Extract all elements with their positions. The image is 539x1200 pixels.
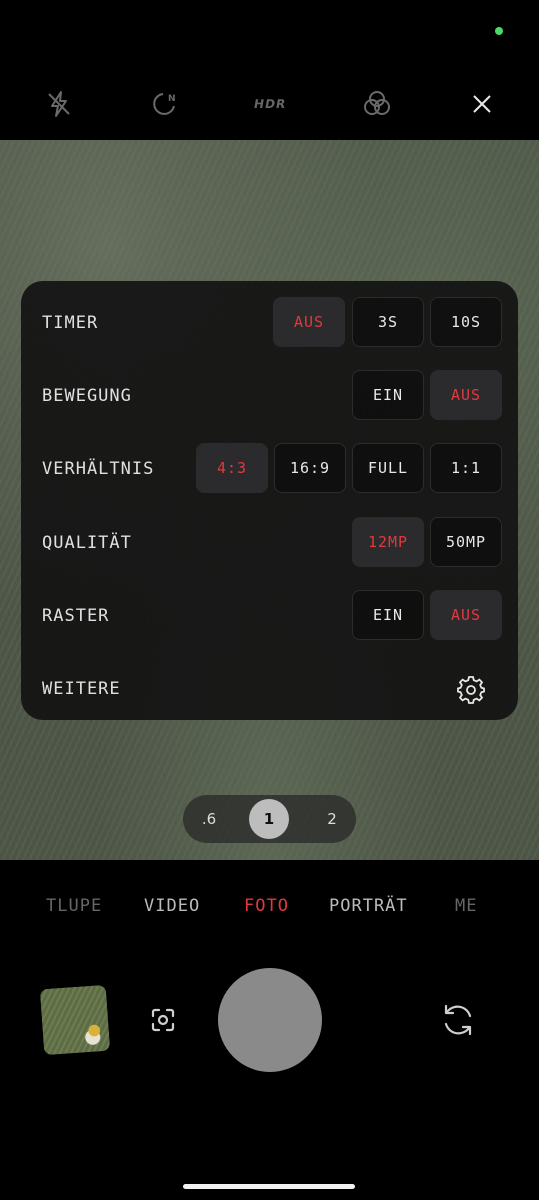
bewegung-option-ein[interactable]: EIN [352, 370, 424, 420]
zoom-selector: .6 1 2 [183, 795, 356, 843]
ratio-option-4-3[interactable]: 4:3 [196, 443, 268, 493]
timer-option-3s[interactable]: 3S [352, 297, 424, 347]
grid-option-aus[interactable]: AUS [430, 590, 502, 640]
camera-mode-selector: TLUPE VIDEO FOTO PORTRÄT ME [0, 896, 539, 926]
timer-label: TIMER [42, 313, 99, 333]
quality-option-12mp[interactable]: 12MP [352, 517, 424, 567]
top-toolbar: N HDR [0, 70, 539, 140]
mode-portraet[interactable]: PORTRÄT [329, 896, 408, 916]
zoom-option-1[interactable]: 1 [249, 799, 289, 839]
raster-label: RASTER [42, 606, 110, 626]
shutter-button[interactable] [218, 968, 322, 1072]
timer-option-10s[interactable]: 10S [430, 297, 502, 347]
mode-zeitlupe[interactable]: TLUPE [46, 896, 102, 916]
night-mode-badge: N [168, 94, 176, 104]
close-icon[interactable] [464, 86, 500, 122]
weitere-label: WEITERE [42, 679, 121, 699]
camera-settings-panel: TIMER AUS 3S 10S BEWEGUNG EIN AUS VERHÄL… [21, 281, 518, 720]
mode-foto[interactable]: FOTO [244, 896, 289, 916]
ratio-option-1-1[interactable]: 1:1 [430, 443, 502, 493]
mode-video[interactable]: VIDEO [144, 896, 200, 916]
zoom-option-2[interactable]: 2 [312, 799, 352, 839]
qualitaet-label: QUALITÄT [42, 533, 132, 553]
timer-option-aus[interactable]: AUS [273, 297, 345, 347]
ratio-option-16-9[interactable]: 16:9 [274, 443, 346, 493]
ratio-option-full[interactable]: FULL [352, 443, 424, 493]
filters-icon[interactable] [359, 86, 395, 122]
gear-icon[interactable] [457, 676, 485, 704]
quality-option-50mp[interactable]: 50MP [430, 517, 502, 567]
hdr-label: HDR [252, 97, 288, 111]
grid-option-ein[interactable]: EIN [352, 590, 424, 640]
night-mode-icon[interactable]: N [147, 86, 183, 122]
flip-camera-icon[interactable] [438, 1000, 478, 1040]
hdr-icon[interactable]: HDR [252, 86, 288, 122]
flash-off-icon[interactable] [41, 86, 77, 122]
zoom-option-0-6[interactable]: .6 [189, 799, 229, 839]
bewegung-option-aus[interactable]: AUS [430, 370, 502, 420]
bewegung-label: BEWEGUNG [42, 386, 132, 406]
home-indicator[interactable] [183, 1184, 355, 1189]
gallery-thumbnail[interactable] [39, 984, 111, 1056]
mode-mehr[interactable]: ME [455, 896, 477, 916]
verhaeltnis-label: VERHÄLTNIS [42, 459, 155, 479]
lens-icon[interactable] [147, 1004, 179, 1036]
privacy-indicator-dot [495, 27, 503, 35]
